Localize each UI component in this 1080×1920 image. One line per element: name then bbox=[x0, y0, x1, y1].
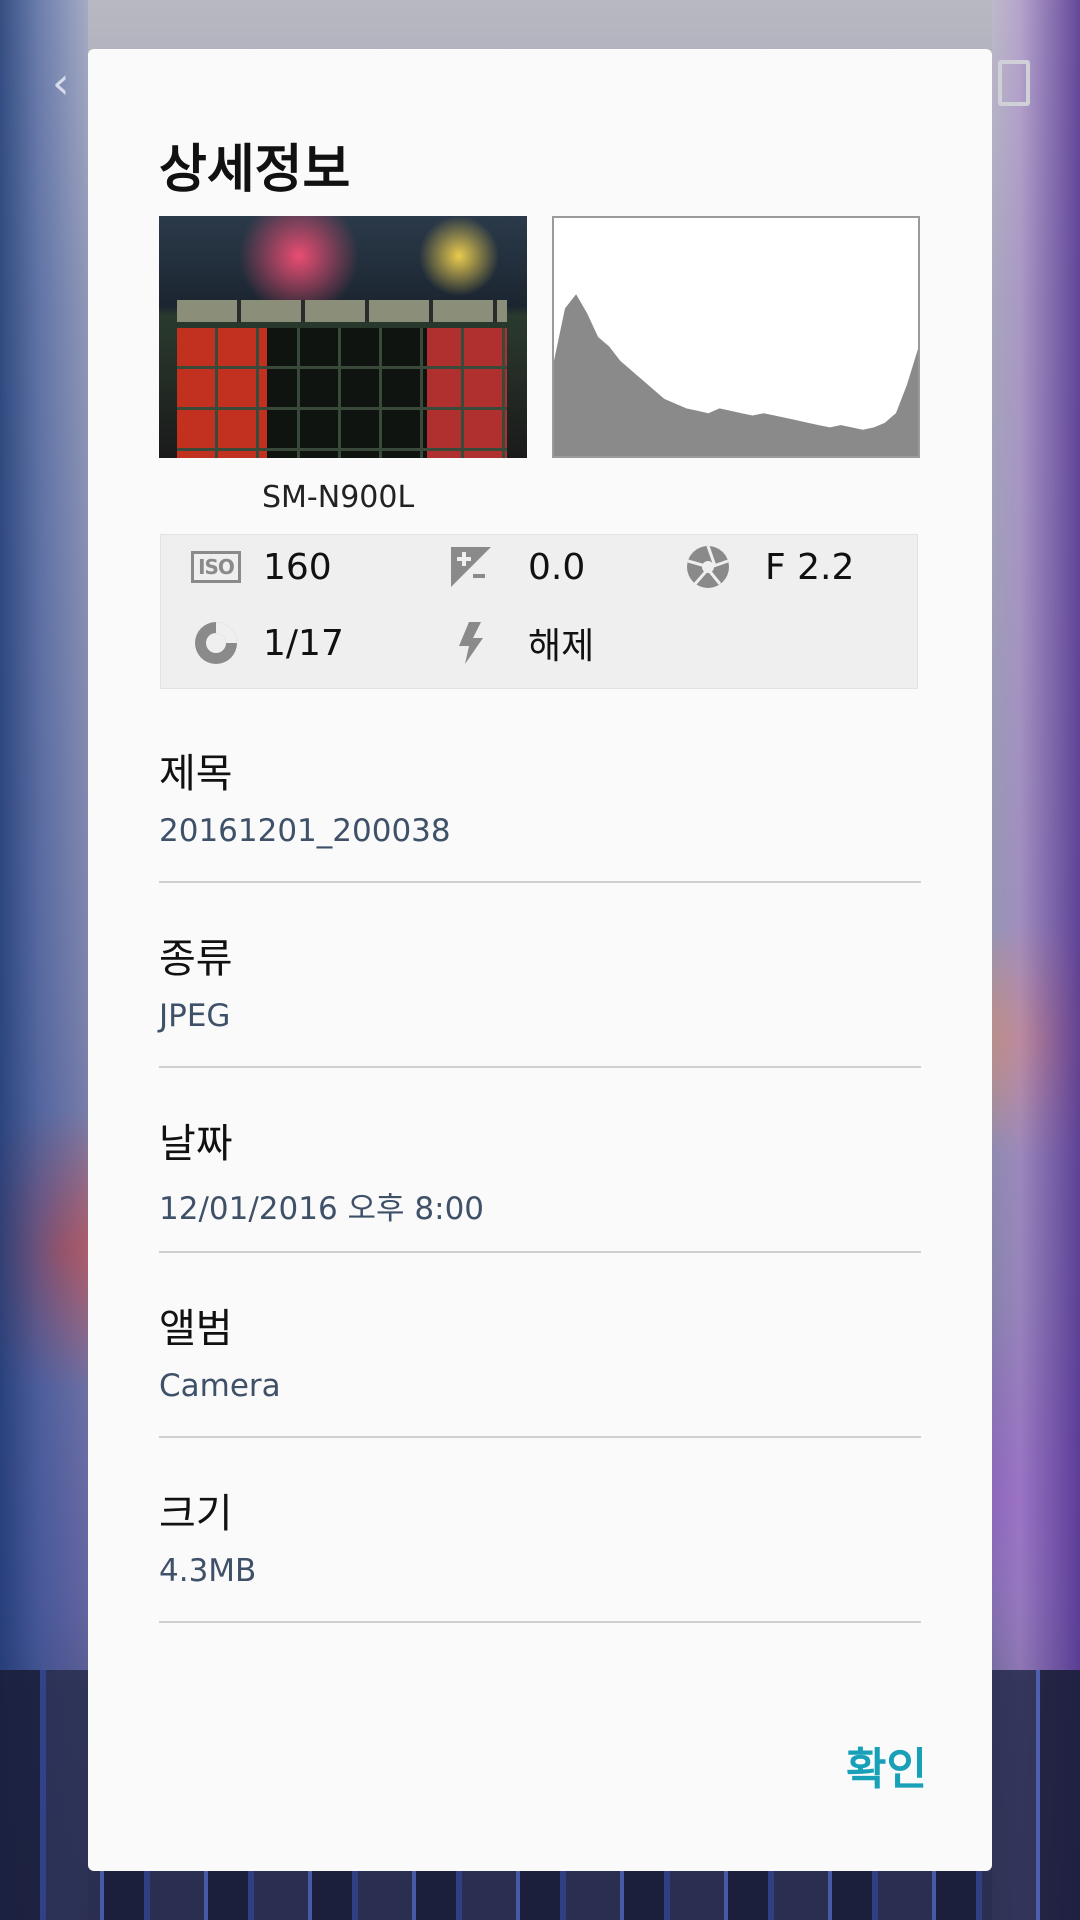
field-date: 날짜 12/01/2016 오후 8:00 bbox=[159, 1111, 921, 1228]
field-size-label: 크기 bbox=[159, 1491, 233, 1537]
ok-button[interactable]: 확인 bbox=[846, 1733, 927, 1797]
divider bbox=[159, 1251, 921, 1253]
histogram-chart bbox=[554, 294, 918, 456]
shutter-speed-icon bbox=[195, 622, 237, 664]
exif-panel: ISO 160 0.0 F 2.2 1/17 해제 bbox=[160, 534, 918, 689]
exif-shutter: 1/17 bbox=[191, 613, 344, 673]
more-options-icon bbox=[998, 60, 1030, 106]
exif-flash: 해제 bbox=[446, 613, 594, 673]
divider bbox=[159, 1621, 921, 1623]
field-album: 앨범 Camera bbox=[159, 1296, 921, 1404]
aperture-value: F 2.2 bbox=[765, 546, 855, 588]
flash-value: 해제 bbox=[528, 626, 595, 667]
histogram bbox=[552, 216, 920, 458]
flash-icon bbox=[459, 622, 483, 664]
iso-value: 160 bbox=[263, 546, 332, 588]
exif-aperture: F 2.2 bbox=[683, 537, 854, 597]
photo-thumbnail bbox=[159, 216, 527, 458]
aperture-icon bbox=[687, 545, 729, 588]
exif-iso: ISO 160 bbox=[191, 537, 332, 597]
field-title: 제목 20161201_200038 bbox=[159, 741, 921, 849]
exposure-compensation-icon bbox=[451, 547, 491, 587]
divider bbox=[159, 1066, 921, 1068]
field-title-label: 제목 bbox=[159, 751, 233, 797]
exposure-value: 0.0 bbox=[528, 546, 586, 588]
back-icon: ‹ bbox=[52, 58, 70, 109]
shutter-value: 1/17 bbox=[263, 622, 344, 664]
exif-exposure: 0.0 bbox=[446, 537, 585, 597]
field-date-value: 12/01/2016 오후 8:00 bbox=[159, 1191, 485, 1227]
field-type-label: 종류 bbox=[159, 936, 233, 982]
thumbnail-inventory-grid bbox=[177, 328, 507, 458]
field-album-label: 앨범 bbox=[159, 1306, 233, 1352]
divider bbox=[159, 1436, 921, 1438]
field-album-value: Camera bbox=[159, 1368, 281, 1404]
divider bbox=[159, 881, 921, 883]
iso-icon: ISO bbox=[191, 551, 241, 583]
field-size: 크기 4.3MB bbox=[159, 1481, 921, 1589]
dialog-title: 상세정보 bbox=[159, 140, 351, 200]
field-date-label: 날짜 bbox=[159, 1121, 233, 1167]
field-size-value: 4.3MB bbox=[159, 1553, 257, 1589]
field-type: 종류 JPEG bbox=[159, 926, 921, 1034]
thumbnail-tab-strip bbox=[177, 300, 507, 322]
histogram-area bbox=[554, 294, 918, 456]
camera-model: SM-N900L bbox=[262, 480, 415, 515]
field-title-value: 20161201_200038 bbox=[159, 813, 451, 849]
field-type-value: JPEG bbox=[159, 998, 231, 1034]
details-dialog: 상세정보 SM-N900L ISO 160 0.0 F 2.2 1/17 해제 … bbox=[88, 49, 992, 1871]
